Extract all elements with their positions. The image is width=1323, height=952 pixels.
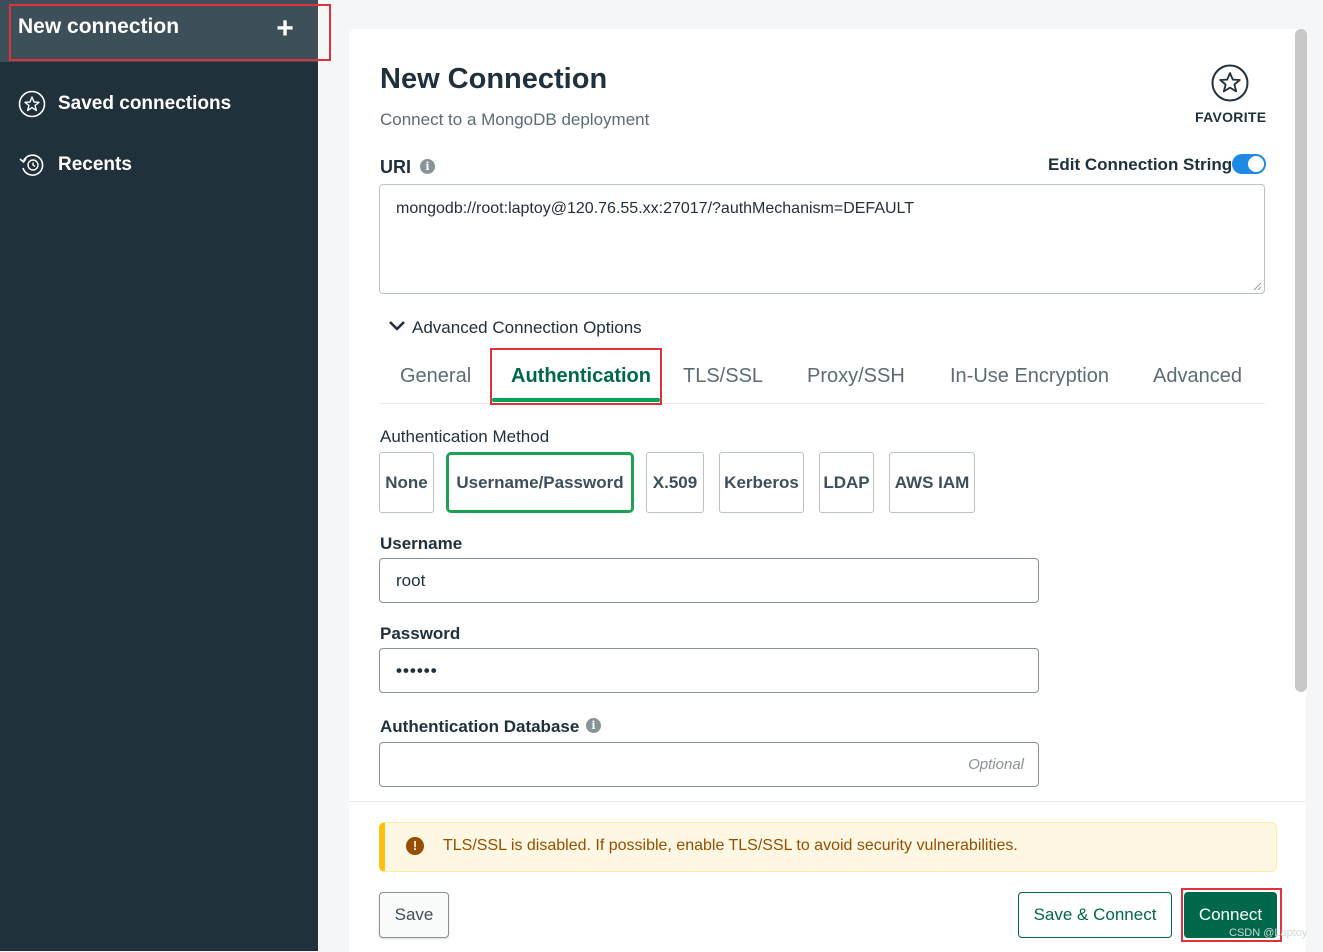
- username-value: root: [396, 571, 426, 590]
- tab-advanced[interactable]: Advanced: [1153, 365, 1242, 388]
- auth-method-kerberos[interactable]: Kerberos: [719, 452, 804, 513]
- auth-database-input[interactable]: Optional: [379, 742, 1039, 787]
- edit-connection-string-label: Edit Connection String: [1048, 155, 1233, 174]
- sidebar-item-label: Recents: [58, 154, 132, 175]
- edit-connection-string-toggle[interactable]: [1232, 154, 1266, 174]
- warning-icon: !: [406, 837, 424, 855]
- uri-value: mongodb://root:laptoy@120.76.55.xx:27017…: [396, 200, 915, 217]
- auth-method-x509[interactable]: X.509: [646, 452, 704, 513]
- tab-proxy-ssh[interactable]: Proxy/SSH: [807, 365, 905, 388]
- auth-method-label: Authentication Method: [380, 427, 550, 446]
- sidebar: New connection + Saved connections Recen…: [0, 0, 331, 951]
- password-input[interactable]: ••••••: [379, 648, 1039, 693]
- password-label: Password: [380, 624, 461, 643]
- advanced-options-label: Advanced Connection Options: [412, 318, 642, 337]
- password-value: ••••••: [396, 661, 438, 680]
- auth-method-aws-iam[interactable]: AWS IAM: [889, 452, 975, 513]
- page-title: New Connection: [380, 63, 608, 95]
- resize-handle-icon[interactable]: [1252, 281, 1262, 291]
- username-label: Username: [380, 534, 463, 553]
- info-icon[interactable]: i: [586, 718, 601, 733]
- highlight-box-authentication-tab: [490, 348, 662, 405]
- auth-method-username-password[interactable]: Username/Password: [446, 452, 634, 513]
- tab-tls-ssl[interactable]: TLS/SSL: [683, 365, 763, 388]
- info-icon[interactable]: i: [420, 159, 435, 174]
- uri-textarea[interactable]: mongodb://root:laptoy@120.76.55.xx:27017…: [379, 184, 1265, 294]
- save-button[interactable]: Save: [379, 892, 449, 938]
- sidebar-item-recents[interactable]: Recents: [18, 149, 308, 181]
- auth-database-label: Authentication Database: [380, 717, 580, 736]
- tab-general[interactable]: General: [400, 365, 471, 388]
- scrollbar[interactable]: [1295, 29, 1307, 692]
- toggle-knob: [1248, 156, 1264, 172]
- sidebar-item-saved-connections[interactable]: Saved connections: [18, 88, 308, 120]
- auth-database-placeholder: Optional: [968, 756, 1024, 773]
- watermark: CSDN @Laptoy: [1229, 927, 1308, 939]
- chevron-down-icon: [389, 321, 405, 331]
- username-input[interactable]: root: [379, 558, 1039, 603]
- save-and-connect-button[interactable]: Save & Connect: [1018, 892, 1172, 938]
- tls-warning-banner: ! TLS/SSL is disabled. If possible, enab…: [379, 822, 1277, 872]
- warning-text: TLS/SSL is disabled. If possible, enable…: [443, 837, 1018, 854]
- favorite-star-icon[interactable]: [1211, 64, 1249, 102]
- highlight-box-new-connection: [9, 4, 331, 61]
- auth-method-none[interactable]: None: [379, 452, 434, 513]
- auth-method-ldap[interactable]: LDAP: [819, 452, 874, 513]
- history-icon: [19, 154, 44, 176]
- uri-label: URI: [380, 157, 411, 177]
- star-circle-icon: [18, 90, 46, 118]
- favorite-label[interactable]: FAVORITE: [1195, 109, 1266, 125]
- page-subtitle: Connect to a MongoDB deployment: [380, 110, 650, 129]
- tab-in-use-encryption[interactable]: In-Use Encryption: [950, 365, 1109, 388]
- sidebar-item-label: Saved connections: [58, 93, 232, 114]
